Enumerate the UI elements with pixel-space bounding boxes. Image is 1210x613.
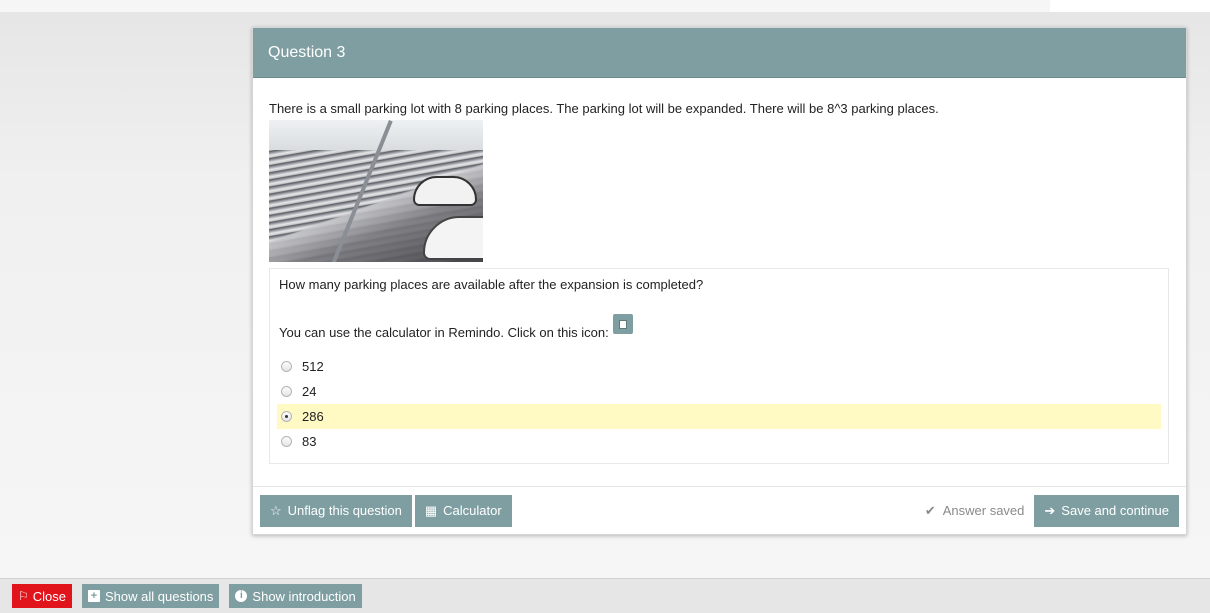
calculator-icon: ▦ bbox=[424, 502, 438, 518]
bottom-toolbar: ⚐ Close + Show all questions i Show intr… bbox=[0, 578, 1210, 613]
calculator-hint-text: You can use the calculator in Remindo. C… bbox=[279, 325, 609, 340]
photo-car bbox=[423, 216, 483, 260]
top-strip-right bbox=[1050, 0, 1210, 12]
info-circle-icon: i bbox=[235, 590, 248, 602]
question-title: Question 3 bbox=[268, 43, 346, 61]
photo-car bbox=[413, 176, 477, 206]
answer-option[interactable]: 24 bbox=[277, 379, 1161, 404]
top-strip bbox=[0, 0, 1050, 12]
calculator-inline-icon[interactable] bbox=[612, 314, 633, 334]
plus-square-icon: + bbox=[88, 590, 101, 602]
option-label: 83 bbox=[302, 434, 317, 449]
question-header: Question 3 bbox=[253, 28, 1186, 78]
sub-question: How many parking places are available af… bbox=[279, 277, 704, 292]
calculator-button[interactable]: ▦ Calculator bbox=[414, 494, 512, 527]
answer-options: 512 24 286 83 bbox=[277, 354, 1161, 454]
show-introduction-button[interactable]: i Show introduction bbox=[229, 584, 362, 608]
unflag-button[interactable]: ☆ Unflag this question bbox=[260, 494, 412, 527]
unflag-label: Unflag this question bbox=[287, 503, 402, 518]
radio-button[interactable] bbox=[281, 361, 292, 372]
saved-text: Answer saved bbox=[942, 503, 1025, 518]
parking-lot-image bbox=[269, 120, 483, 262]
option-label: 286 bbox=[302, 409, 324, 424]
close-label: Close bbox=[32, 588, 67, 604]
radio-button[interactable] bbox=[281, 436, 292, 447]
save-continue-label: Save and continue bbox=[1061, 503, 1169, 518]
calculator-hint: You can use the calculator in Remindo. C… bbox=[277, 314, 1161, 340]
answer-option-selected[interactable]: 286 bbox=[277, 404, 1161, 429]
arrow-right-icon: ➔ bbox=[1044, 502, 1056, 518]
close-button[interactable]: ⚐ Close bbox=[12, 584, 73, 608]
answer-option[interactable]: 83 bbox=[277, 429, 1161, 454]
question-text: There is a small parking lot with 8 park… bbox=[269, 101, 939, 116]
radio-button-checked[interactable] bbox=[281, 411, 292, 422]
photo-sky bbox=[269, 120, 483, 150]
show-all-label: Show all questions bbox=[105, 588, 214, 604]
star-outline-icon: ☆ bbox=[270, 502, 282, 518]
answer-box: How many parking places are available af… bbox=[269, 268, 1169, 464]
answer-option[interactable]: 512 bbox=[277, 354, 1161, 379]
question-footer: ☆ Unflag this question ▦ Calculator ✔ An… bbox=[253, 486, 1186, 534]
option-label: 24 bbox=[302, 384, 317, 399]
radio-button[interactable] bbox=[281, 386, 292, 397]
calculator-label: Calculator bbox=[443, 503, 502, 518]
question-body: There is a small parking lot with 8 park… bbox=[253, 78, 1186, 464]
flag-icon: ⚐ bbox=[18, 589, 29, 603]
answer-saved-status: ✔ Answer saved bbox=[925, 503, 1025, 519]
show-all-questions-button[interactable]: + Show all questions bbox=[82, 584, 220, 608]
show-intro-label: Show introduction bbox=[252, 588, 356, 604]
check-icon: ✔ bbox=[924, 502, 936, 518]
save-continue-button[interactable]: ➔ Save and continue bbox=[1034, 494, 1179, 527]
option-label: 512 bbox=[302, 359, 324, 374]
question-panel: Question 3 There is a small parking lot … bbox=[252, 27, 1187, 535]
